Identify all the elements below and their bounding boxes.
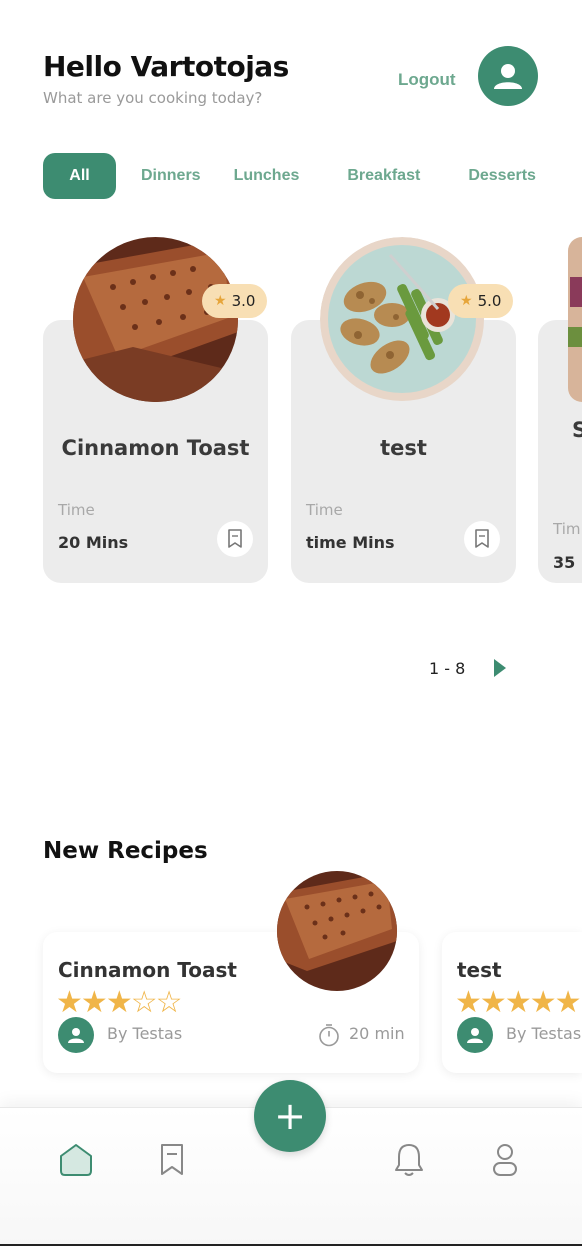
- new-recipe-title: test: [457, 958, 502, 982]
- time-value: 20 Mins: [58, 533, 129, 552]
- star-empty-icon: ☆: [155, 985, 183, 1020]
- time-label: Time: [306, 501, 343, 519]
- bookmark-icon[interactable]: [152, 1140, 192, 1180]
- rating-badge: ★ 3.0: [202, 284, 268, 318]
- user-icon: [494, 64, 522, 89]
- bookmark-icon: [228, 529, 242, 548]
- tab-breakfast[interactable]: Breakfast: [347, 167, 420, 185]
- play-right-icon[interactable]: [494, 659, 506, 677]
- greeting-subtitle: What are you cooking today?: [43, 89, 263, 107]
- new-recipe-title: Cinnamon Toast: [58, 958, 237, 982]
- plus-icon: +: [274, 1094, 306, 1138]
- bell-icon[interactable]: [389, 1140, 429, 1180]
- bookmark-icon: [475, 529, 489, 548]
- star-rating: ★★★★★: [455, 985, 582, 1021]
- add-recipe-button[interactable]: +: [254, 1080, 326, 1152]
- profile-avatar-button[interactable]: [478, 46, 538, 106]
- profile-icon[interactable]: [485, 1140, 525, 1180]
- category-tabs: All Dinners Lunches Breakfast Desserts: [43, 153, 536, 199]
- time-label: Time: [58, 501, 95, 519]
- bookmark-button[interactable]: [464, 521, 500, 557]
- rating-badge: ★ 5.0: [448, 284, 514, 318]
- author-name: By Testas: [506, 1024, 582, 1043]
- recipe-title: Cinnamon Toast: [61, 436, 250, 460]
- pagination-range: 1 - 8: [429, 659, 466, 678]
- star-filled-icon: ★: [479, 985, 507, 1020]
- recipe-image: [320, 237, 485, 402]
- header: Hello Vartotojas What are you cooking to…: [43, 50, 289, 107]
- user-icon: [467, 1028, 483, 1043]
- star-filled-icon: ★: [554, 985, 582, 1020]
- author-avatar: [457, 1017, 493, 1053]
- star-filled-icon: ★: [529, 985, 557, 1020]
- star-filled-icon: ★: [455, 985, 482, 1020]
- timer-icon: [318, 1023, 340, 1047]
- time-value: time Mins: [306, 533, 395, 552]
- rating-value: 5.0: [477, 292, 502, 310]
- user-icon: [68, 1028, 84, 1043]
- time-value: 35 M: [553, 553, 582, 572]
- author-name: By Testas: [107, 1024, 183, 1043]
- rating-value: 3.0: [231, 292, 256, 310]
- tab-dinners[interactable]: Dinners: [141, 167, 201, 185]
- tab-lunches[interactable]: Lunches: [234, 167, 300, 185]
- recipe-image: [73, 237, 238, 402]
- section-title-new-recipes: New Recipes: [43, 838, 208, 864]
- recipe-title: test: [380, 436, 427, 460]
- greeting-title: Hello Vartotojas: [43, 50, 289, 83]
- recipe-time: 20 min: [349, 1024, 405, 1043]
- star-rating: ★★★☆☆: [56, 985, 183, 1021]
- star-filled-icon: ★: [105, 985, 133, 1020]
- time-label: Tim: [553, 520, 581, 538]
- bookmark-button[interactable]: [217, 521, 253, 557]
- star-filled-icon: ★: [80, 985, 108, 1020]
- recipe-image: [568, 237, 582, 402]
- logout-button[interactable]: Logout: [398, 70, 456, 90]
- recipe-title: S: [572, 418, 582, 442]
- home-icon[interactable]: [56, 1140, 96, 1180]
- author-avatar: [58, 1017, 94, 1053]
- star-empty-icon: ☆: [130, 985, 158, 1020]
- star-icon: ★: [214, 293, 227, 309]
- star-icon: ★: [460, 293, 473, 309]
- star-filled-icon: ★: [56, 985, 83, 1020]
- tab-all[interactable]: All: [43, 153, 116, 199]
- new-recipe-image: [277, 871, 397, 991]
- star-filled-icon: ★: [504, 985, 532, 1020]
- tab-desserts[interactable]: Desserts: [468, 167, 536, 185]
